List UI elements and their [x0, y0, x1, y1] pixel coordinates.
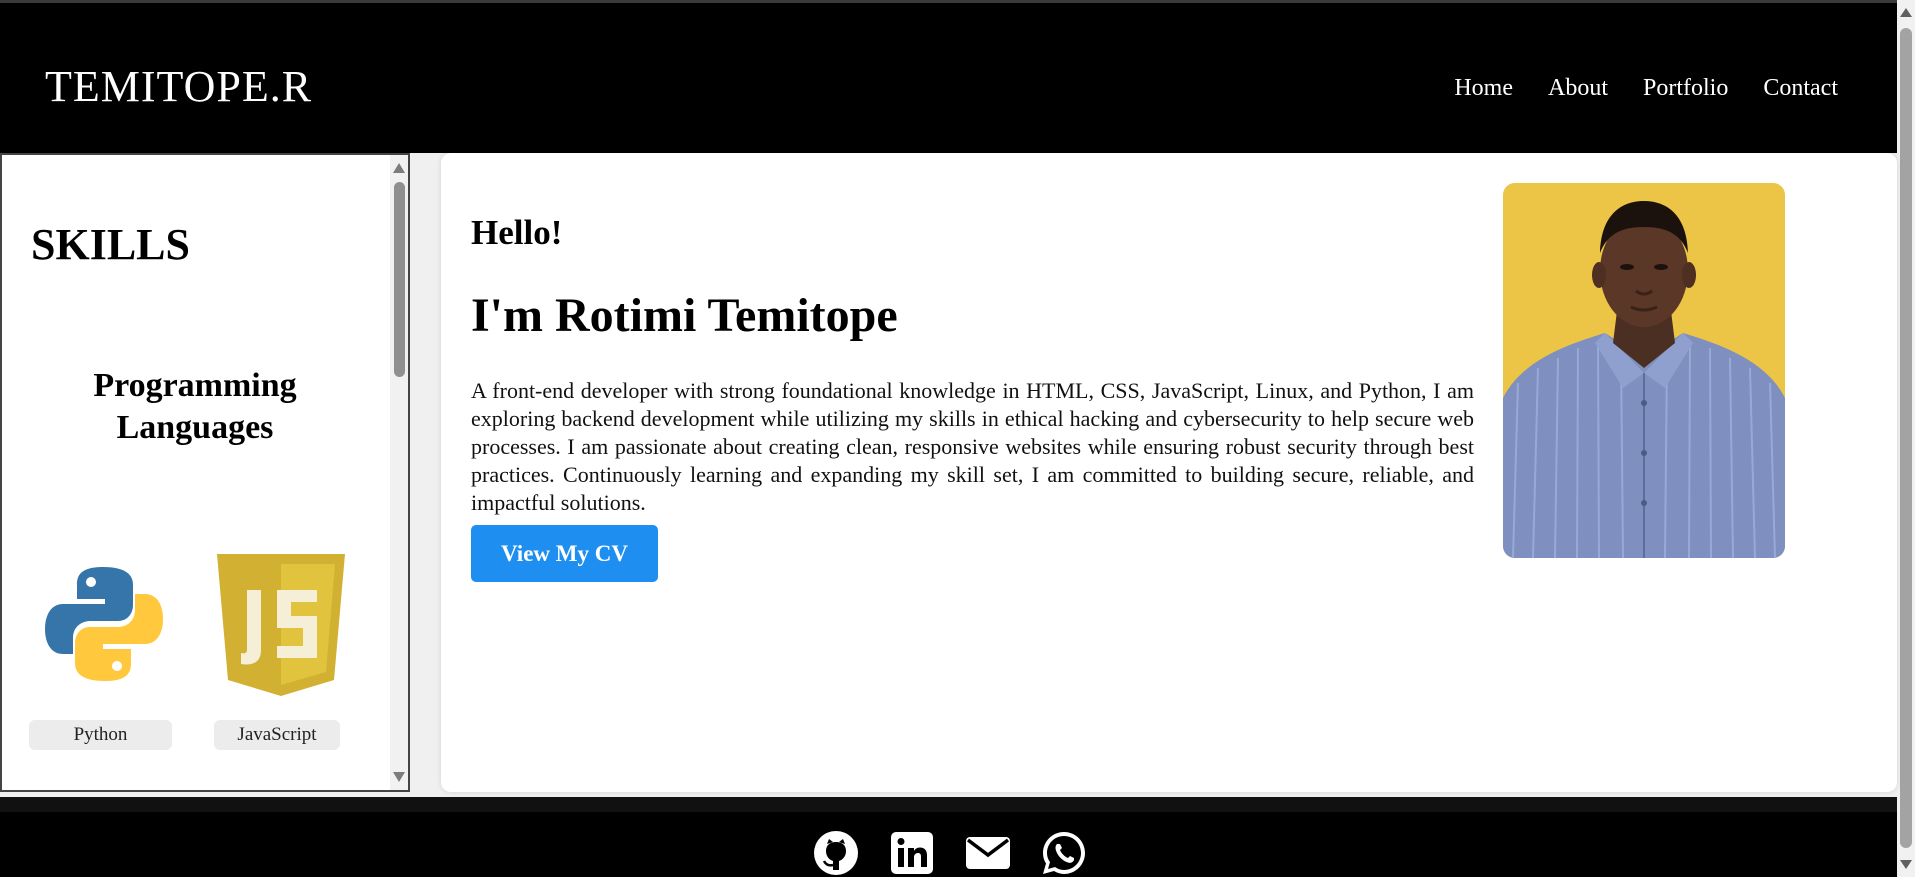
greeting-heading: Hello!: [471, 213, 563, 252]
skills-title: SKILLS: [31, 220, 190, 269]
skills-scrollbar-thumb[interactable]: [394, 182, 405, 377]
whatsapp-icon[interactable]: [1041, 830, 1087, 876]
skills-scroll-up-icon[interactable]: [393, 163, 405, 173]
nav-home[interactable]: Home: [1454, 75, 1513, 102]
profile-photo: [1503, 183, 1785, 558]
scroll-down-arrow-icon[interactable]: [1900, 860, 1912, 869]
javascript-icon: [217, 554, 345, 696]
page-scrollbar-thumb[interactable]: [1900, 28, 1912, 848]
bio-paragraph: A front-end developer with strong founda…: [471, 378, 1474, 515]
skills-sidebar: SKILLS Programming Languages Python Java…: [0, 153, 410, 792]
site-footer: [0, 797, 1897, 877]
brand-logo[interactable]: TEMITOPE.R: [45, 61, 312, 112]
main-nav: Home About Portfolio Contact: [1454, 75, 1838, 102]
site-header: TEMITOPE.R Home About Portfolio Contact: [0, 0, 1897, 153]
email-icon[interactable]: [965, 830, 1011, 876]
social-links: [813, 830, 1087, 876]
nav-portfolio[interactable]: Portfolio: [1643, 75, 1728, 102]
skills-scroll-down-icon[interactable]: [393, 772, 405, 782]
page-scrollbar[interactable]: [1897, 0, 1915, 877]
skills-scrollbar[interactable]: [390, 155, 408, 790]
skill-tag-python: Python: [29, 720, 172, 750]
intro-card: Hello! I'm Rotimi Temitope A front-end d…: [441, 153, 1897, 792]
scroll-up-arrow-icon[interactable]: [1900, 8, 1912, 17]
github-icon[interactable]: [813, 830, 859, 876]
linkedin-icon[interactable]: [889, 830, 935, 876]
nav-about[interactable]: About: [1548, 75, 1608, 102]
nav-contact[interactable]: Contact: [1763, 75, 1838, 102]
skill-tag-javascript: JavaScript: [214, 720, 340, 750]
name-heading: I'm Rotimi Temitope: [471, 289, 898, 342]
view-cv-button[interactable]: View My CV: [471, 525, 658, 582]
python-icon: [45, 567, 163, 681]
skills-section-title: Programming Languages: [93, 367, 297, 446]
